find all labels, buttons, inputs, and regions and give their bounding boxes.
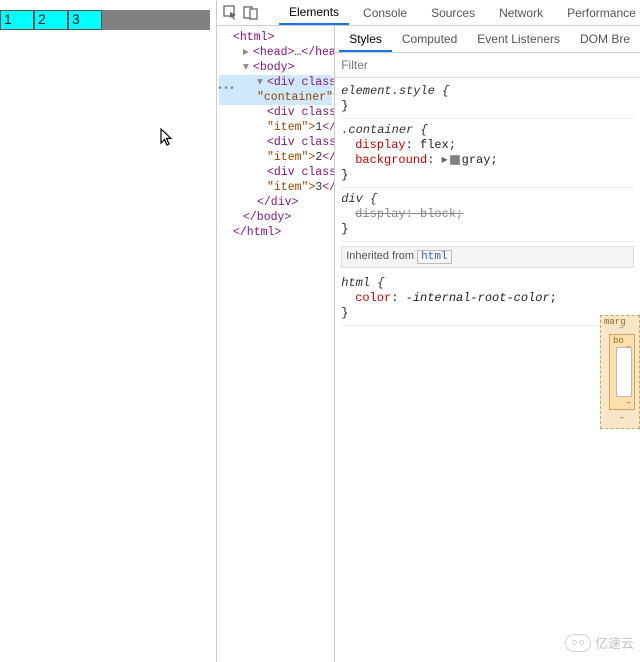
subtab-dom-breakpoints[interactable]: DOM Bre (570, 26, 640, 52)
subtab-event-listeners[interactable]: Event Listeners (467, 26, 570, 52)
tab-console[interactable]: Console (353, 2, 417, 24)
flex-container[interactable]: 1 2 3 (0, 10, 210, 30)
more-actions-icon[interactable]: ••• (217, 82, 235, 97)
dom-node: <div class= (219, 135, 332, 150)
devtools-panel: Elements Console Sources Network Perform… (216, 0, 640, 662)
dom-node: "item">1</div> (219, 120, 332, 135)
dom-node: "item">3</div> (219, 180, 332, 195)
watermark: 亿速云 (565, 633, 634, 652)
rule-selector[interactable]: .container { (341, 123, 634, 138)
tab-network[interactable]: Network (489, 2, 553, 24)
dom-node: </body> (219, 210, 332, 225)
styles-filter-row (335, 53, 640, 78)
tab-performance[interactable]: Performance (557, 2, 640, 24)
css-declaration[interactable]: display: flex; (341, 138, 634, 153)
device-toolbar-icon[interactable] (243, 2, 259, 24)
box-model-border-label: bo (613, 336, 624, 346)
rule-close: } (341, 168, 634, 183)
flex-item[interactable]: 3 (68, 10, 102, 30)
dom-node-selected: ▾<div class= (219, 75, 332, 90)
mouse-cursor-icon (160, 128, 176, 153)
tab-elements[interactable]: Elements (279, 1, 349, 25)
css-declaration-overridden[interactable]: display: block; (341, 207, 634, 222)
inherited-divider: Inherited from html (341, 246, 634, 268)
rule-close: } (341, 222, 634, 237)
rule-selector[interactable]: html { (341, 276, 634, 291)
rule-close: } (341, 306, 634, 321)
inspect-element-icon[interactable] (223, 2, 239, 24)
css-rule: element.style { } (341, 80, 634, 119)
dom-node-selected: "container"> == $0 (219, 90, 332, 105)
css-rule: .container { display: flex; background: … (341, 119, 634, 188)
styles-subtabs: Styles Computed Event Listeners DOM Bre (335, 26, 640, 53)
flex-item[interactable]: 2 (34, 10, 68, 30)
devtools-content: ••• <html> ▸<head>…</head> ▾<body> ▾<div… (217, 26, 640, 662)
watermark-icon (565, 634, 591, 652)
css-declaration[interactable]: background: ▸gray; (341, 153, 634, 168)
subtab-styles[interactable]: Styles (339, 26, 392, 52)
watermark-text: 亿速云 (595, 633, 634, 652)
css-declaration[interactable]: color: -internal-root-color; (341, 291, 634, 306)
rule-selector[interactable]: element.style { (341, 84, 634, 99)
rule-close: } (341, 99, 634, 114)
styles-pane: Styles Computed Event Listeners DOM Bre … (335, 26, 640, 662)
dom-node: </html> (219, 225, 332, 240)
rule-selector[interactable]: div { (341, 192, 634, 207)
dom-tree-pane[interactable]: ••• <html> ▸<head>…</head> ▾<body> ▾<div… (217, 26, 335, 662)
css-rules-list[interactable]: element.style { } .container { display: … (335, 78, 640, 328)
dom-node: ▸<head>…</head> (219, 45, 332, 60)
flex-item[interactable]: 1 (0, 10, 34, 30)
css-rule: html { color: -internal-root-color; } (341, 272, 634, 326)
dom-node: <div class= (219, 105, 332, 120)
devtools-toolbar: Elements Console Sources Network Perform… (217, 0, 640, 26)
box-model-diagram[interactable]: marg – bo – – – (600, 315, 640, 429)
subtab-computed[interactable]: Computed (392, 26, 467, 52)
rendered-page-viewport: 1 2 3 (0, 10, 210, 30)
dom-node: ▾<body> (219, 60, 332, 75)
tab-sources[interactable]: Sources (421, 2, 485, 24)
dom-node: "item">2</div> (219, 150, 332, 165)
dom-node: <html> (219, 30, 332, 45)
dom-node: </div> (219, 195, 332, 210)
css-rule: div { display: block; } (341, 188, 634, 242)
color-swatch-icon[interactable] (450, 155, 460, 165)
dom-node: <div class= (219, 165, 332, 180)
inherited-from-link[interactable]: html (417, 250, 451, 264)
styles-filter-input[interactable] (341, 58, 634, 72)
